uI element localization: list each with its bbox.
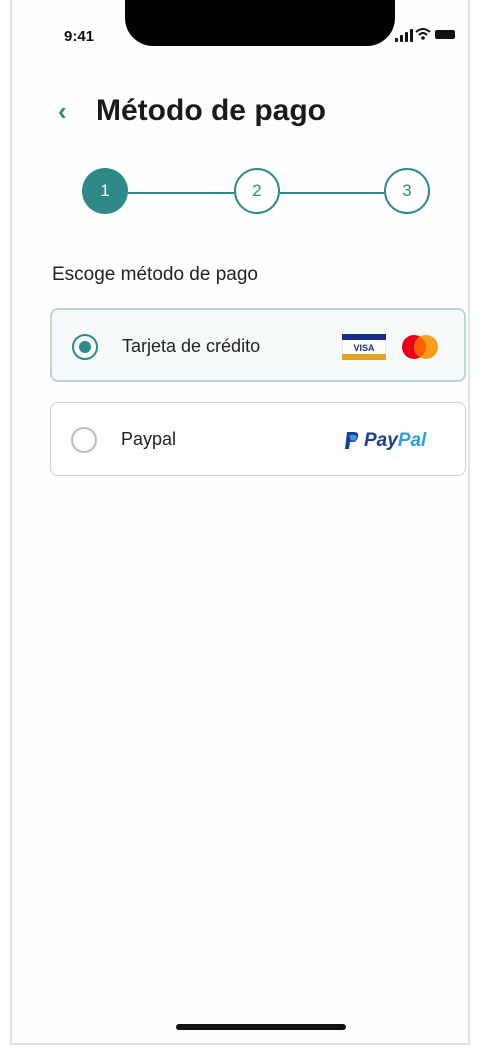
wifi-icon [415, 28, 431, 40]
visa-logo: VISA [342, 334, 386, 360]
phone-screen: 9:41 ‹ Método de pago 1 2 3 Escoge métod… [10, 0, 470, 1045]
paypal-p-icon [345, 432, 359, 449]
status-icons [395, 26, 455, 44]
option-label: Tarjeta de crédito [122, 336, 261, 356]
option-label: Paypal [121, 429, 177, 449]
progress-stepper: 1 2 3 [82, 168, 432, 218]
visa-text: VISA [353, 343, 375, 353]
payment-option-credit-card[interactable]: Tarjeta de crédito VISA [50, 308, 466, 382]
chevron-left-icon: ‹ [58, 96, 67, 126]
mastercard-logo [402, 335, 438, 359]
battery-icon [435, 30, 455, 39]
radio-selected[interactable] [72, 334, 98, 360]
step-2: 2 [234, 168, 280, 214]
back-button[interactable]: ‹ [58, 96, 67, 127]
signal-icon [395, 29, 413, 42]
step-connector [280, 192, 384, 194]
section-label: Escoge método de pago [52, 264, 258, 285]
payment-option-paypal[interactable]: Paypal PayPal [50, 402, 466, 476]
notch [125, 0, 395, 46]
paypal-wordmark: PayPal [364, 430, 427, 451]
page-title: Método de pago [96, 94, 326, 127]
step-connector [128, 192, 234, 194]
status-time: 9:41 [64, 28, 95, 45]
home-indicator [176, 1024, 346, 1030]
paypal-logo: PayPal [344, 427, 426, 455]
step-1: 1 [82, 168, 128, 214]
radio-unselected[interactable] [71, 427, 97, 453]
step-3: 3 [384, 168, 430, 214]
